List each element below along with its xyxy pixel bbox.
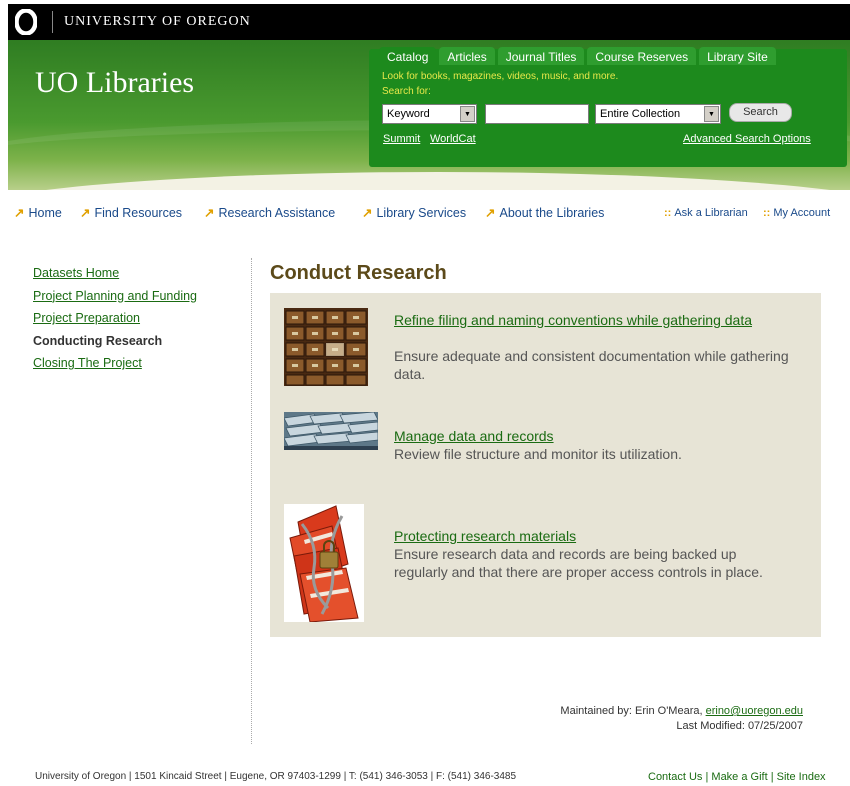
page: UNIVERSITY OF OREGON UO Libraries Catalo… [8, 0, 850, 786]
nav-item-label: Research Assistance [218, 206, 336, 220]
separator: | [767, 771, 777, 783]
chevron-down-icon[interactable]: ▼ [704, 106, 719, 122]
maintainer-info: Maintained by: Erin O'Meara, erino@uoreg… [428, 704, 803, 734]
arrow-icon: ↗ [204, 206, 215, 220]
arrow-icon: ↗ [80, 206, 91, 220]
ask-a-librarian-link[interactable]: :: Ask a Librarian [664, 207, 748, 219]
university-name[interactable]: UNIVERSITY OF OREGON [64, 14, 251, 30]
catalog-search-box: Catalog Articles Journal Titles Course R… [369, 47, 847, 167]
arrow-icon: ↗ [485, 206, 496, 220]
search-description: Look for books, magazines, videos, music… [382, 71, 619, 82]
site-header: UO Libraries Catalog Articles Journal Ti… [8, 40, 850, 190]
list-item: Manage data and records Review file stru… [270, 411, 821, 491]
arrow-icon: ↗ [362, 206, 373, 220]
item-link-protecting-research[interactable]: Protecting research materials [394, 527, 789, 545]
search-for-label: Search for: [382, 86, 431, 97]
ask-a-librarian-label: Ask a Librarian [674, 207, 748, 219]
item-description: Review file structure and monitor its ut… [394, 446, 682, 462]
site-title[interactable]: UO Libraries [35, 66, 194, 100]
divider [52, 11, 53, 33]
search-scope-value: Entire Collection [600, 108, 681, 120]
site-index-link[interactable]: Site Index [777, 771, 826, 783]
nav-item-label: About the Libraries [499, 206, 605, 220]
nav-item-about-the-libraries[interactable]: ↗ About the Libraries [485, 205, 604, 220]
search-scope-select[interactable]: Entire Collection ▼ [595, 104, 721, 124]
content-panel: Refine filing and naming conventions whi… [270, 293, 821, 637]
separator: :: [763, 207, 771, 219]
search-button[interactable]: Search [729, 103, 792, 122]
nav-item-label: Library Services [376, 206, 467, 220]
maintainer-label: Maintained by: Erin O'Meara, [560, 705, 706, 717]
advanced-search-link[interactable]: Advanced Search Options [683, 133, 811, 145]
page-title: Conduct Research [270, 262, 447, 284]
card-catalog-image[interactable] [284, 308, 368, 386]
last-modified: Last Modified: 07/25/2007 [676, 720, 803, 732]
sidebar-item-datasets-home[interactable]: Datasets Home [33, 262, 248, 285]
make-a-gift-link[interactable]: Make a Gift [711, 771, 767, 783]
footer-links: Contact Us | Make a Gift | Site Index [648, 771, 826, 783]
maintainer-email-link[interactable]: erino@uoregon.edu [706, 705, 803, 717]
worldcat-link[interactable]: WorldCat [430, 133, 476, 145]
tab-articles[interactable]: Articles [439, 47, 495, 65]
tab-journal-titles[interactable]: Journal Titles [497, 47, 585, 65]
uo-logo-icon[interactable] [15, 9, 37, 35]
item-link-refine-filing[interactable]: Refine filing and naming conventions whi… [394, 311, 789, 329]
footer-address: University of Oregon | 1501 Kincaid Stre… [35, 771, 517, 782]
university-bar: UNIVERSITY OF OREGON [8, 4, 850, 40]
nav-item-label: Find Resources [94, 206, 183, 220]
sidebar-item-project-planning-and-funding[interactable]: Project Planning and Funding [33, 285, 248, 308]
my-account-label: My Account [773, 207, 831, 219]
summit-link[interactable]: Summit [383, 133, 420, 145]
tab-library-site[interactable]: Library Site [699, 47, 776, 65]
search-type-value: Keyword [387, 108, 430, 120]
separator: :: [664, 207, 672, 219]
nav-item-library-services[interactable]: ↗ Library Services [362, 205, 466, 220]
sidebar: Datasets Home Project Planning and Fundi… [33, 262, 248, 375]
contact-us-link[interactable]: Contact Us [648, 771, 702, 783]
nav-item-home[interactable]: ↗ Home [14, 205, 62, 220]
tab-course-reserves[interactable]: Course Reserves [587, 47, 697, 65]
item-description: Ensure research data and records are bei… [394, 546, 763, 580]
lock-icon [284, 504, 364, 622]
search-type-select[interactable]: Keyword ▼ [382, 104, 477, 124]
list-item: Refine filing and naming conventions whi… [270, 307, 821, 407]
main-nav: ↗ Home ↗ Find Resources ↗ Research Assistan… [8, 205, 850, 223]
locked-folders-image[interactable] [284, 504, 364, 622]
search-input[interactable] [485, 104, 589, 124]
nav-item-label: Home [28, 206, 62, 220]
chevron-down-icon[interactable]: ▼ [460, 106, 475, 122]
list-item: Protecting research materials Ensure res… [270, 503, 821, 627]
sidebar-item-conducting-research: Conducting Research [33, 333, 163, 348]
item-link-manage-data[interactable]: Manage data and records [394, 427, 789, 445]
sidebar-divider [251, 258, 252, 744]
nav-item-research-assistance[interactable]: ↗ Research Assistance [204, 205, 335, 220]
tab-catalog[interactable]: Catalog [379, 47, 437, 65]
file-folders-icon [284, 412, 378, 450]
sidebar-item-project-preparation[interactable]: Project Preparation [33, 307, 248, 330]
search-tabs: Catalog Articles Journal Titles Course R… [379, 47, 776, 65]
nav-item-find-resources[interactable]: ↗ Find Resources [80, 205, 182, 220]
file-records-image[interactable] [284, 412, 378, 450]
my-account-link[interactable]: :: My Account [763, 207, 830, 219]
sidebar-item-closing-the-project[interactable]: Closing The Project [33, 352, 248, 375]
card-catalog-icon [284, 308, 368, 386]
item-description: Ensure adequate and consistent documenta… [394, 348, 789, 382]
arrow-icon: ↗ [14, 206, 25, 220]
